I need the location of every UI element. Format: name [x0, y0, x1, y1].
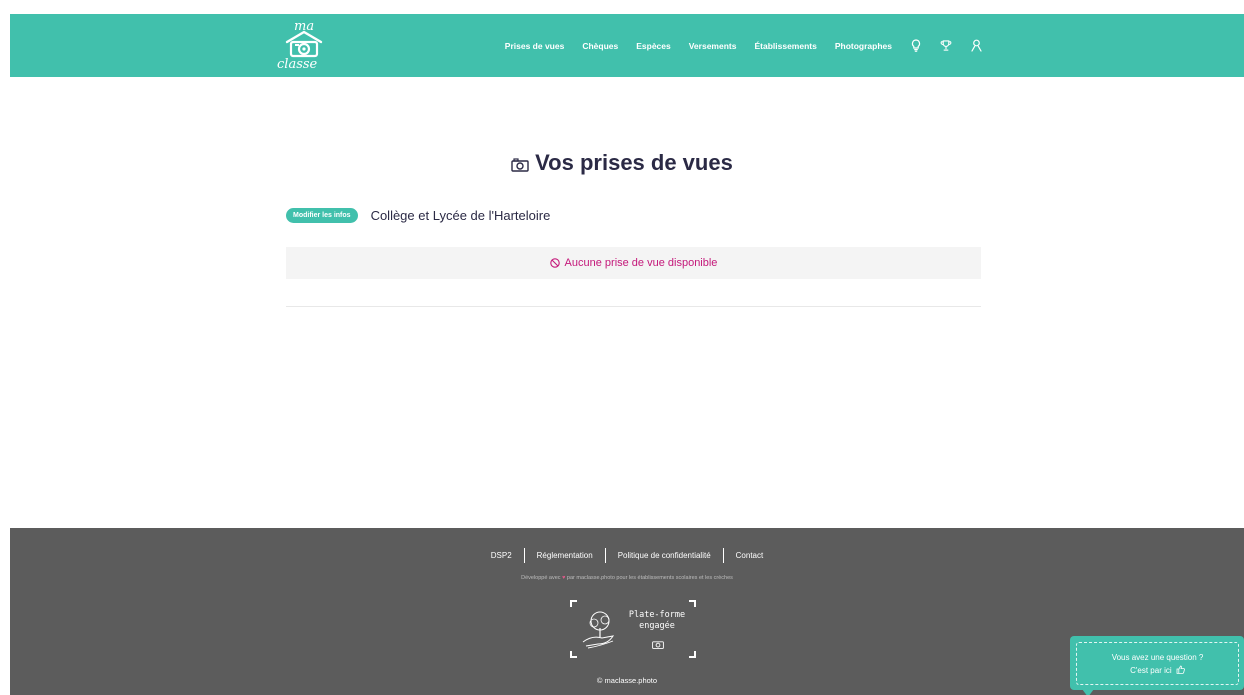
badge-text: Plate-forme engagée: [622, 610, 692, 632]
help-bubble-inner: Vous avez une question ? C'est par ici: [1076, 642, 1239, 685]
nav-photographes[interactable]: Photographes: [835, 41, 892, 51]
edit-info-button[interactable]: Modifier les infos: [286, 208, 358, 223]
help-question-text: Vous avez une question ?: [1111, 652, 1204, 662]
nav-etablissements[interactable]: Établissements: [754, 41, 816, 51]
school-name: Collège et Lycée de l'Harteloire: [370, 208, 551, 223]
nav-cheques[interactable]: Chèques: [582, 41, 618, 51]
badge-corner: [689, 600, 696, 607]
empty-state-message: Aucune prise de vue disponible: [286, 247, 981, 279]
page-title-text: Vos prises de vues: [535, 150, 733, 175]
nav-prises-de-vues[interactable]: Prises de vues: [505, 41, 565, 51]
badge-text-line1: Plate-forme: [628, 610, 686, 620]
help-cta: C'est par ici: [1130, 664, 1185, 677]
camera-icon: [511, 152, 529, 178]
developed-by-text: Développé avec ♥ par maclasse.photo pour…: [10, 575, 1244, 581]
badge-corner: [570, 600, 577, 607]
school-row: Modifier les infos Collège et Lycée de l…: [286, 208, 550, 223]
nav-versements[interactable]: Versements: [689, 41, 737, 51]
user-icon[interactable]: [970, 39, 982, 53]
main-nav: Prises de vues Chèques Espèces Versement…: [487, 14, 982, 77]
developed-with-text: Développé avec: [521, 575, 561, 581]
thumbs-up-icon: [1176, 665, 1185, 674]
divider: [286, 306, 981, 307]
tree-hand-icon: [582, 611, 615, 649]
nav-especes[interactable]: Espèces: [636, 41, 671, 51]
maclasse-logo[interactable]: ma classe: [274, 20, 334, 72]
help-cta-text: C'est par ici: [1130, 665, 1172, 675]
empty-state-text: Aucune prise de vue disponible: [564, 257, 718, 269]
footer: DSP2 Réglementation Politique de confide…: [10, 528, 1244, 695]
logo-text-classe: classe: [277, 57, 318, 72]
footer-link-reglementation[interactable]: Réglementation: [525, 551, 605, 560]
logo-house-icon: [285, 30, 323, 58]
heart-icon: ♥: [562, 575, 566, 581]
help-chat-bubble[interactable]: Vous avez une question ? C'est par ici: [1070, 636, 1244, 695]
forbidden-icon: [549, 258, 560, 268]
trophy-icon[interactable]: [940, 39, 952, 53]
footer-link-contact[interactable]: Contact: [724, 551, 776, 560]
developed-by-rest: par maclasse.photo pour les établissemen…: [566, 575, 733, 581]
lightbulb-icon[interactable]: [910, 39, 922, 53]
footer-links: DSP2 Réglementation Politique de confide…: [10, 548, 1244, 563]
help-bubble-tail: [1082, 689, 1094, 695]
copyright: © maclasse.photo: [596, 676, 658, 685]
footer-link-privacy[interactable]: Politique de confidentialité: [606, 551, 723, 560]
top-navbar: ma classe Prises de vues Chèques Espèces…: [10, 14, 1244, 77]
badge-camera-icon: [652, 641, 664, 649]
badge-corner: [570, 651, 577, 658]
footer-link-dsp2[interactable]: DSP2: [479, 551, 524, 560]
page-title: Vos prises de vues: [0, 150, 1244, 178]
badge-text-line2: engagée: [639, 621, 675, 631]
engaged-platform-badge: Plate-forme engagée: [568, 598, 698, 660]
badge-corner: [689, 651, 696, 658]
